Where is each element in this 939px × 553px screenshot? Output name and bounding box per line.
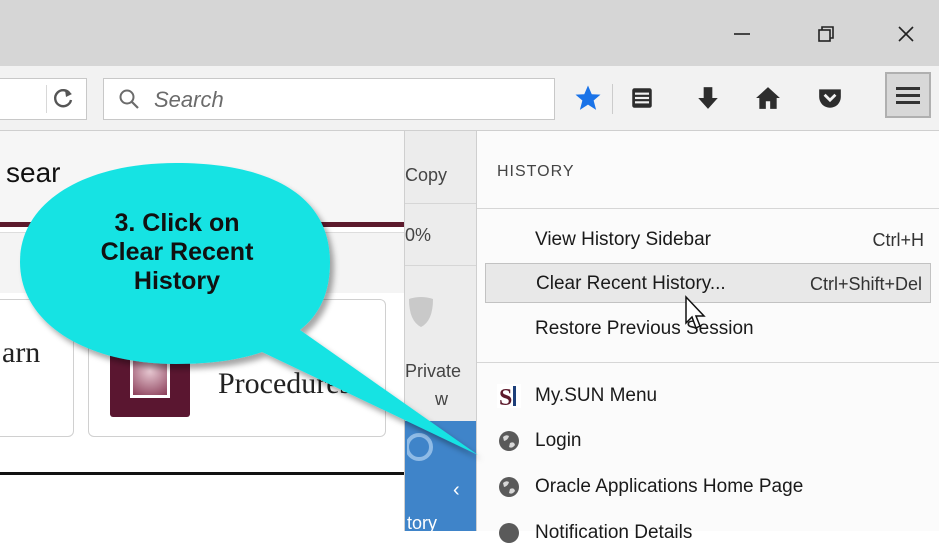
procedures-top-text: olic: [232, 329, 271, 358]
page-divider: [0, 472, 404, 475]
reload-icon[interactable]: [46, 85, 81, 113]
restore-previous-session-item[interactable]: Restore Previous Session: [477, 309, 939, 349]
zoom-level: 0%: [405, 225, 432, 245]
chevron-left-icon[interactable]: ‹: [453, 479, 460, 502]
svg-text:S: S: [499, 385, 512, 408]
url-bar[interactable]: [0, 78, 87, 120]
reading-list-icon[interactable]: [620, 80, 664, 116]
history-entry-login[interactable]: Login: [477, 421, 939, 461]
home-icon[interactable]: [746, 80, 790, 116]
copy-label[interactable]: Copy: [405, 165, 447, 186]
menu-panel-left-column: Copy 0% Private w ‹ tory: [404, 131, 477, 533]
minimize-icon[interactable]: [722, 14, 762, 54]
sun-logo-icon: S: [497, 384, 521, 408]
panel-divider: [477, 362, 939, 363]
globe-icon: [499, 431, 519, 451]
clear-recent-history-item[interactable]: Clear Recent History... Ctrl+Shift+Del: [485, 263, 931, 303]
close-icon[interactable]: [886, 14, 926, 54]
pocket-icon[interactable]: [808, 80, 852, 116]
procedures-icon: [110, 337, 190, 417]
history-panel: HISTORY View History Sidebar Ctrl+H Clea…: [476, 131, 939, 543]
view-history-sidebar-item[interactable]: View History Sidebar Ctrl+H: [477, 220, 939, 260]
download-icon[interactable]: [686, 80, 730, 116]
history-entry-notification[interactable]: Notification Details: [477, 513, 939, 553]
history-header: HISTORY: [497, 163, 575, 180]
search-placeholder: Search: [154, 87, 224, 112]
hamburger-menu-icon[interactable]: [885, 72, 931, 118]
page-card-left-text: arn: [2, 336, 41, 369]
mouse-cursor-icon: [685, 295, 706, 330]
history-entry-oracle[interactable]: Oracle Applications Home Page: [477, 467, 939, 507]
callout-text: 3. Click on Clear Recent History: [100, 209, 254, 295]
toolbar-divider: [612, 84, 613, 114]
search-icon: [119, 89, 139, 109]
globe-icon: [499, 523, 519, 543]
globe-icon: [499, 477, 519, 497]
history-clock-icon: [407, 433, 433, 461]
bookmark-star-icon[interactable]: [566, 80, 610, 116]
procedures-label: Procedures: [218, 367, 352, 400]
panel-divider: [477, 208, 939, 209]
menu-divider: [405, 265, 477, 266]
window-titlebar: [0, 0, 939, 66]
search-input[interactable]: Search: [103, 78, 555, 120]
private-window-label[interactable]: Private w: [405, 357, 461, 413]
page-search-text: sear: [6, 157, 61, 188]
history-entry-mysun[interactable]: S My.SUN Menu: [477, 376, 939, 416]
restore-icon[interactable]: [806, 14, 846, 54]
menu-divider: [405, 203, 477, 204]
web-page-content: sear arn olic Procedures: [0, 131, 404, 531]
private-mask-icon: [409, 297, 433, 327]
browser-toolbar: Search: [0, 66, 939, 131]
